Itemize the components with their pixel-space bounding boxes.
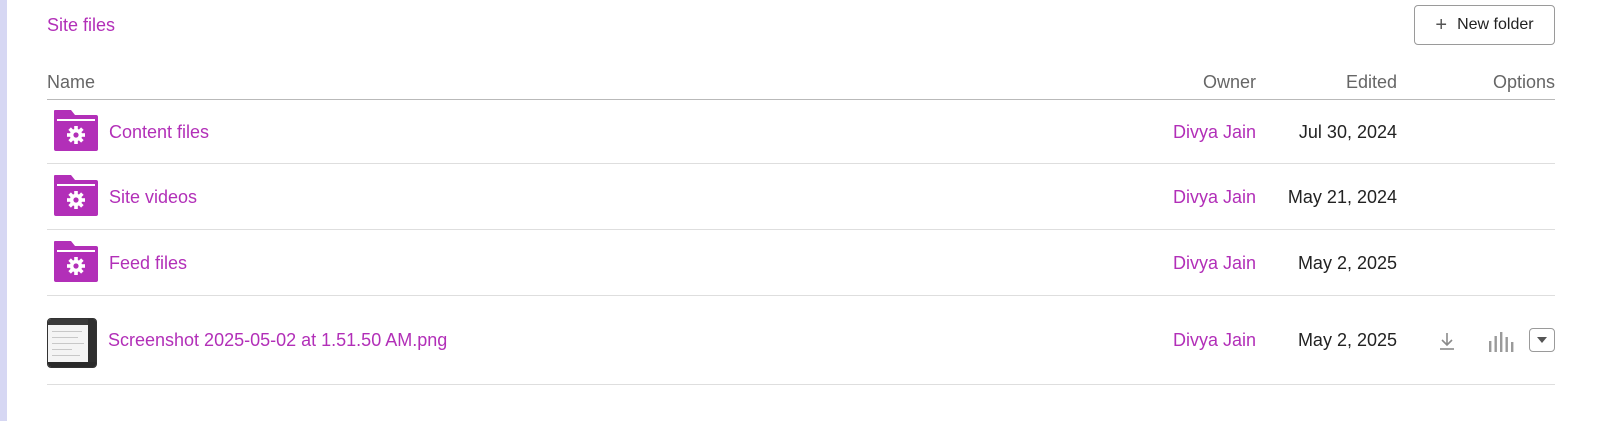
new-folder-button[interactable]: + New folder bbox=[1414, 5, 1555, 45]
owner-link[interactable]: Divya Jain bbox=[1173, 122, 1256, 143]
chevron-down-icon bbox=[1537, 337, 1547, 343]
folder-gear-icon[interactable] bbox=[53, 239, 99, 283]
stats-icon[interactable] bbox=[1487, 331, 1515, 353]
column-header-owner[interactable]: Owner bbox=[1203, 72, 1256, 93]
file-name-link[interactable]: Site videos bbox=[109, 187, 197, 208]
table-row: Content files Divya Jain Jul 30, 2024 bbox=[47, 100, 1555, 164]
image-thumbnail[interactable] bbox=[47, 318, 97, 368]
plus-icon: + bbox=[1435, 14, 1448, 36]
left-edge-strip bbox=[0, 0, 7, 421]
download-icon[interactable] bbox=[1437, 331, 1457, 353]
column-header-options: Options bbox=[1492, 72, 1555, 92]
owner-link[interactable]: Divya Jain bbox=[1173, 253, 1256, 274]
file-name-link[interactable]: Content files bbox=[109, 122, 209, 143]
table-row: Feed files Divya Jain May 2, 2025 bbox=[47, 231, 1555, 296]
row-options-dropdown[interactable] bbox=[1529, 328, 1555, 352]
breadcrumb-site-files[interactable]: Site files bbox=[47, 15, 115, 36]
folder-gear-icon[interactable] bbox=[53, 108, 99, 152]
new-folder-label: New folder bbox=[1457, 16, 1534, 33]
column-header-name[interactable]: Name bbox=[47, 72, 95, 93]
table-header: Name Owner Edited Options bbox=[47, 67, 1555, 100]
edited-date: May 2, 2025 bbox=[1297, 330, 1397, 350]
edited-date: Jul 30, 2024 bbox=[1298, 122, 1397, 142]
edited-date: May 2, 2025 bbox=[1297, 253, 1397, 273]
file-name-link[interactable]: Feed files bbox=[109, 253, 187, 274]
owner-link[interactable]: Divya Jain bbox=[1173, 330, 1256, 351]
folder-gear-icon[interactable] bbox=[53, 173, 99, 217]
table-row: Site videos Divya Jain May 21, 2024 bbox=[47, 165, 1555, 230]
file-name-link[interactable]: Screenshot 2025-05-02 at 1.51.50 AM.png bbox=[108, 330, 447, 351]
site-files-page: Site files + New folder Name Owner Edite… bbox=[0, 0, 1600, 421]
column-header-edited[interactable]: Edited bbox=[1346, 72, 1397, 93]
owner-link[interactable]: Divya Jain bbox=[1173, 187, 1256, 208]
table-row: Screenshot 2025-05-02 at 1.51.50 AM.png … bbox=[47, 297, 1555, 385]
edited-date: May 21, 2024 bbox=[1287, 187, 1397, 207]
